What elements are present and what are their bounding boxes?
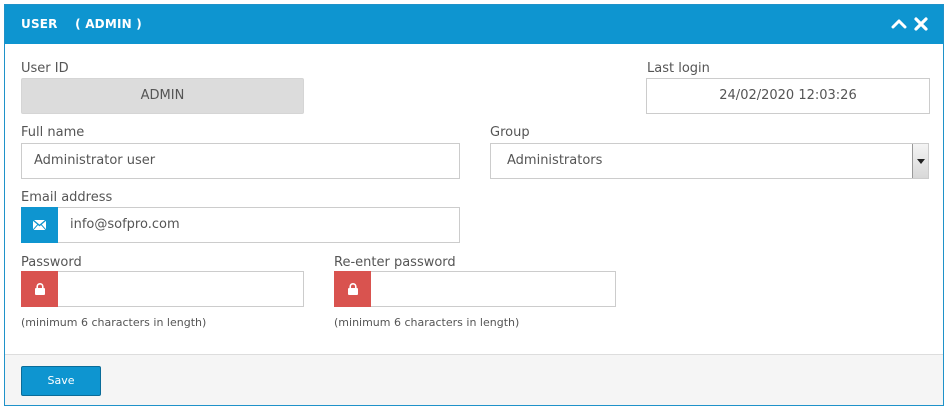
group-label: Group: [490, 125, 530, 140]
last-login-field: 24/02/2020 12:03:26: [646, 78, 930, 114]
close-icon[interactable]: [913, 16, 929, 32]
lock-icon: [334, 271, 371, 307]
email-label: Email address: [21, 190, 113, 205]
lock-icon: [21, 271, 58, 307]
envelope-icon: [21, 207, 58, 243]
password-input-group: [21, 271, 304, 307]
save-button[interactable]: Save: [21, 366, 101, 396]
password-input[interactable]: [58, 271, 304, 307]
user-id-field: ADMIN: [21, 78, 304, 114]
password-confirm-label: Re-enter password: [334, 255, 456, 270]
email-input[interactable]: info@sofpro.com: [58, 207, 460, 243]
panel-header: USER ( ADMIN ): [5, 5, 943, 44]
user-id-label: User ID: [21, 61, 69, 76]
panel-title: USER ( ADMIN ): [21, 17, 142, 31]
password-confirm-hint: (minimum 6 characters in length): [334, 316, 520, 329]
password-confirm-input[interactable]: [371, 271, 616, 307]
email-input-group: info@sofpro.com: [21, 207, 460, 243]
chevron-up-icon[interactable]: [891, 16, 907, 32]
panel-footer: Save: [5, 354, 943, 405]
dropdown-arrow-icon[interactable]: [912, 144, 928, 178]
group-select[interactable]: Administrators: [490, 143, 929, 179]
last-login-label: Last login: [647, 61, 710, 76]
user-panel: USER ( ADMIN ) User ID ADMIN Last login …: [4, 4, 944, 406]
password-label: Password: [21, 255, 82, 270]
password-hint: (minimum 6 characters in length): [21, 316, 207, 329]
full-name-label: Full name: [21, 125, 85, 140]
group-selected-value: Administrators: [507, 153, 603, 168]
password-confirm-input-group: [334, 271, 616, 307]
full-name-input[interactable]: Administrator user: [21, 143, 460, 179]
